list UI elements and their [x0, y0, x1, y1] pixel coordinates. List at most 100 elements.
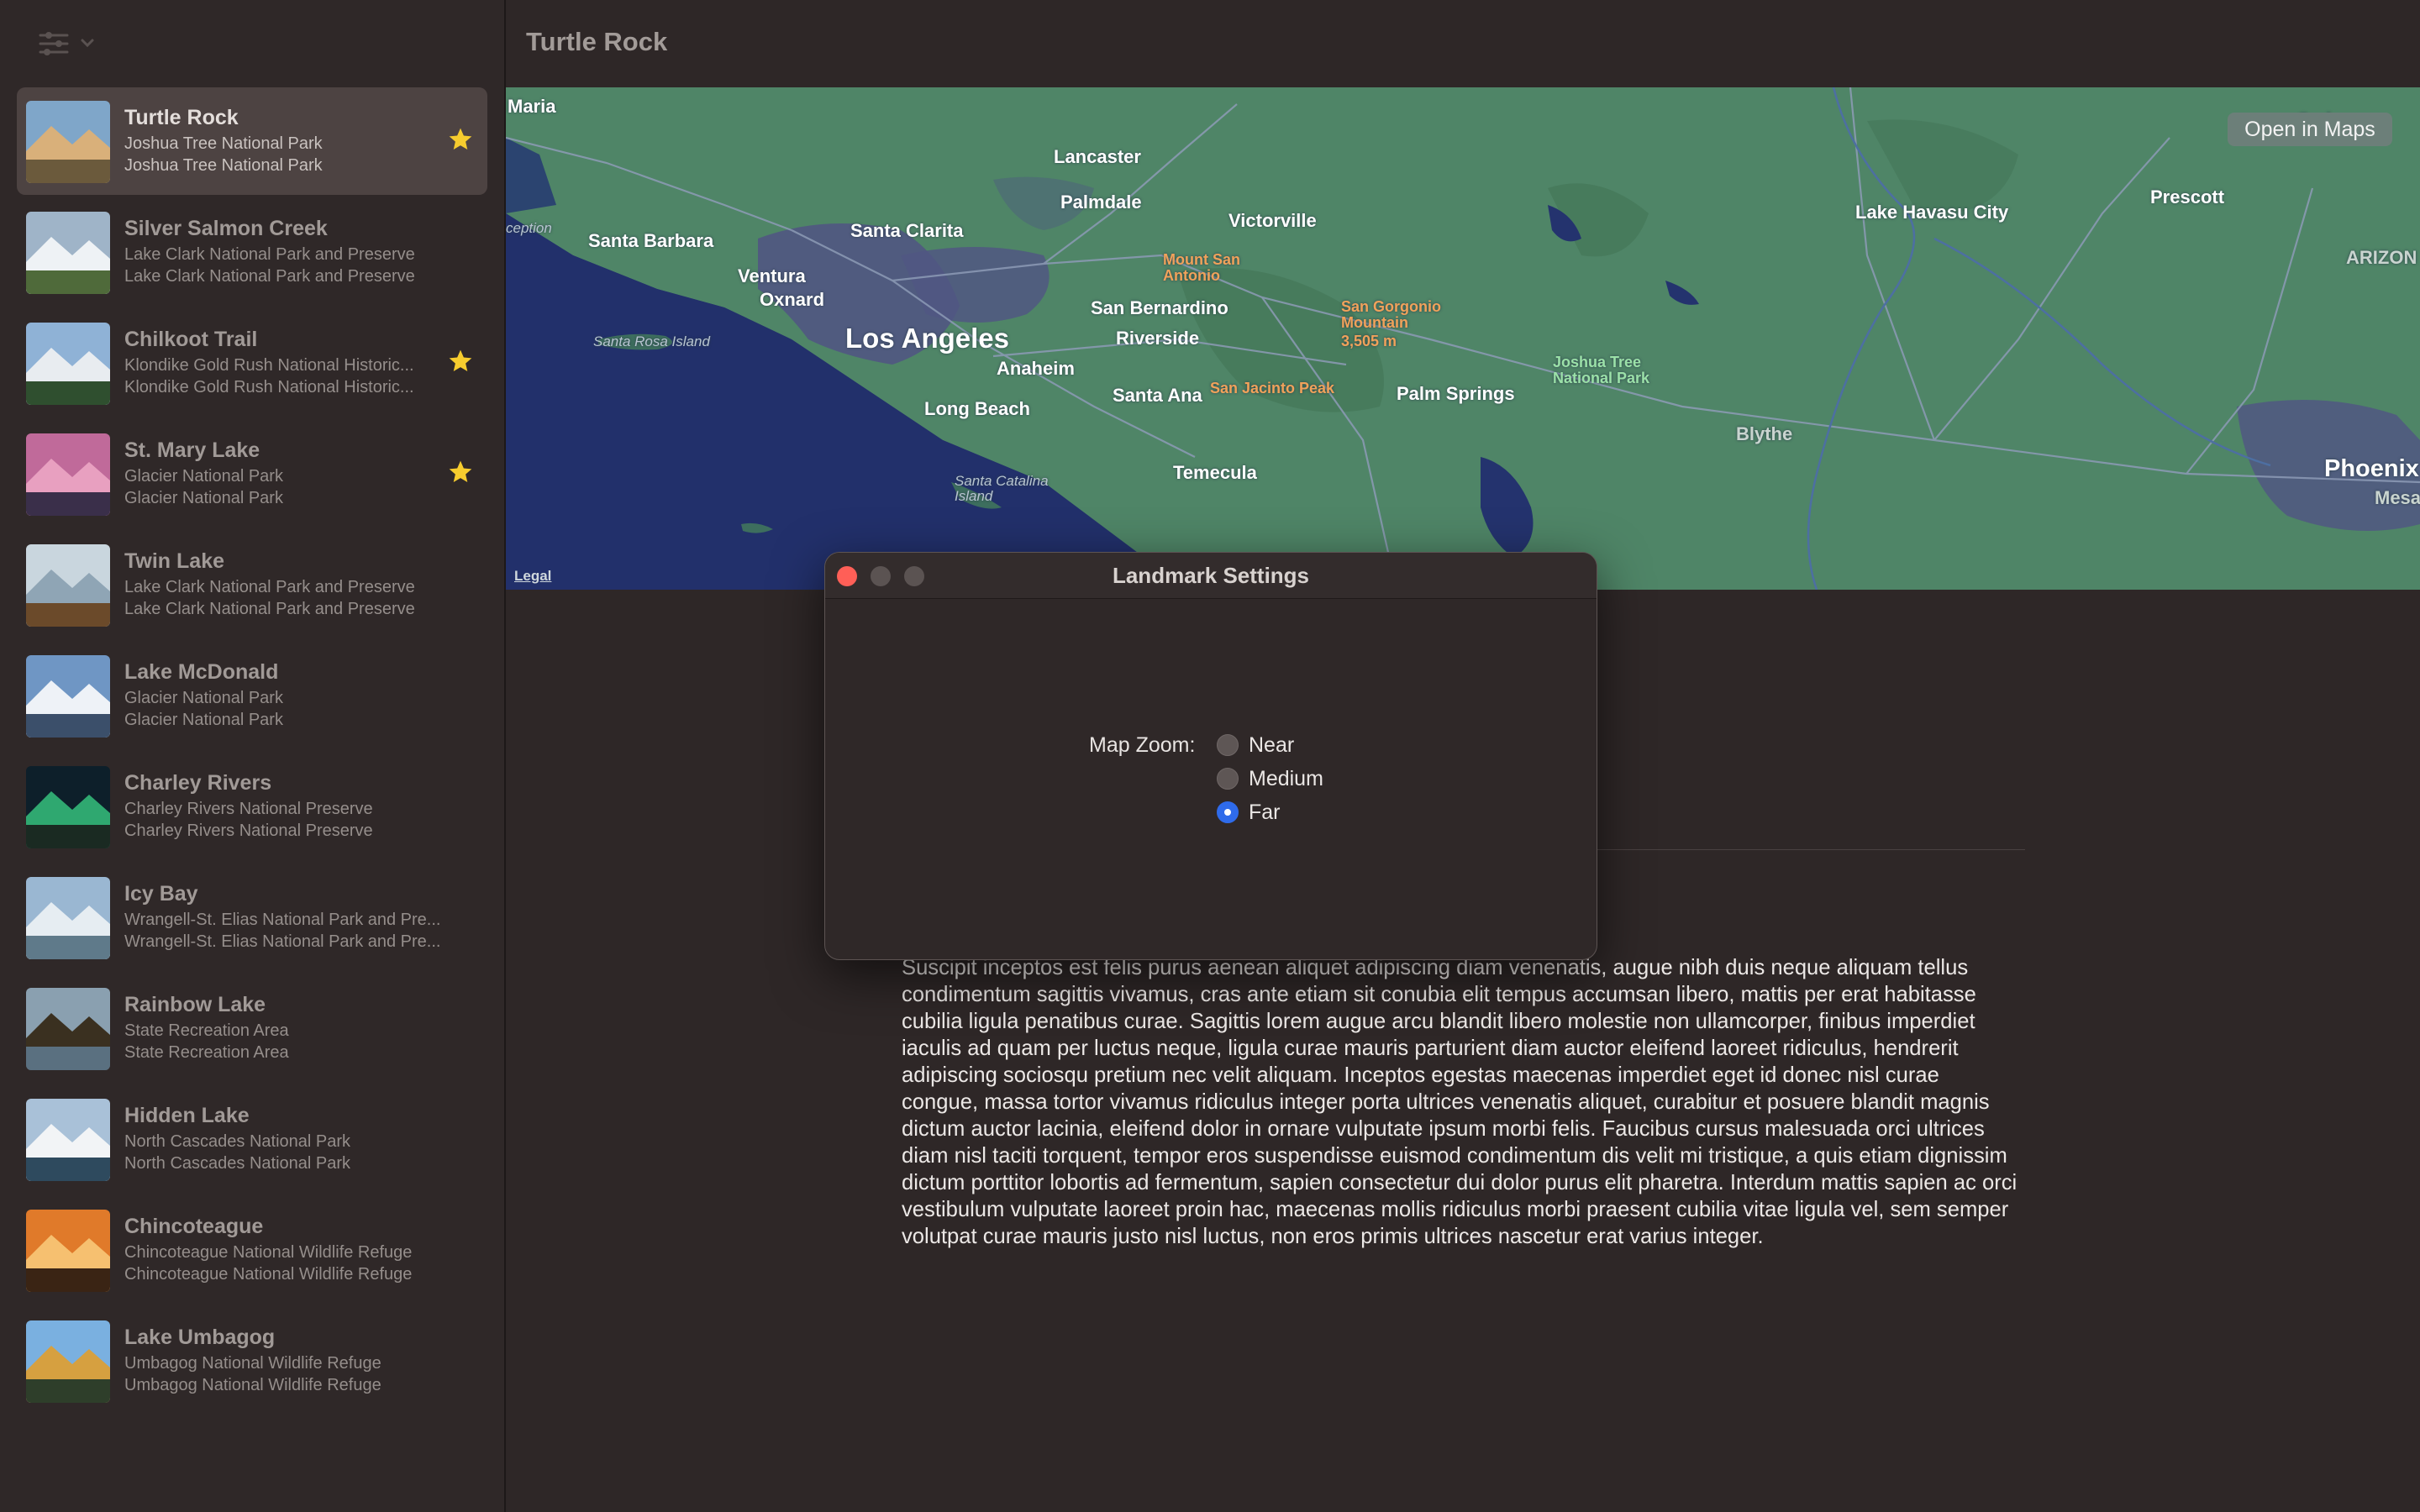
landmark-park: Glacier National Park	[124, 689, 283, 707]
landmark-row[interactable]: Lake Umbagog Umbagog National Wildlife Re…	[17, 1307, 487, 1415]
landmark-row[interactable]: Silver Salmon Creek Lake Clark National P…	[17, 198, 487, 306]
open-in-maps-button[interactable]: Open in Maps	[2228, 113, 2392, 146]
sidebar: Turtle Rock Joshua Tree National Park Josh…	[0, 0, 506, 1512]
map-label: Santa Ana	[1113, 385, 1202, 406]
zoom-option-label: Far	[1249, 801, 1281, 824]
landmark-thumbnail	[26, 212, 110, 294]
landmark-row[interactable]: Icy Bay Wrangell-St. Elias National Park …	[17, 864, 487, 971]
landmark-park-secondary: Chincoteague National Wildlife Refuge	[124, 1265, 413, 1284]
map-view[interactable]: Maria Lancaster Palmdale Victorville Lake Ha…	[506, 87, 2420, 590]
map-zoom-label: Map Zoom:	[1089, 733, 1196, 757]
map-label: Oxnard	[760, 289, 825, 310]
window-title: Turtle Rock	[526, 27, 668, 56]
landmark-park: Joshua Tree National Park	[124, 134, 323, 153]
landmark-name: Chilkoot Trail	[124, 328, 258, 351]
map-label: Blythe	[1736, 423, 1793, 444]
landmark-thumbnail	[26, 1320, 110, 1403]
map-label: Mesa	[2375, 487, 2420, 508]
landmark-name: Turtle Rock	[124, 106, 239, 129]
map-label: San Gorgonio Mountain	[1341, 298, 1441, 331]
map-label: Los Angeles	[845, 323, 1009, 354]
landmark-row[interactable]: Chilkoot Trail Klondike Gold Rush Nationa…	[17, 309, 487, 417]
map-label: Phoenix	[2324, 455, 2419, 482]
landmark-name: Icy Bay	[124, 882, 198, 906]
landmark-park-secondary: Umbagog National Wildlife Refuge	[124, 1376, 381, 1394]
map-label: ception	[506, 220, 552, 236]
description-text: Suscipit inceptos est felis purus aenean…	[902, 956, 2018, 1248]
map-label: Lancaster	[1054, 146, 1141, 167]
map-label: Lake Havasu City	[1855, 202, 2009, 223]
landmark-park-secondary: Klondike Gold Rush National Historic...	[124, 378, 414, 396]
landmark-park-secondary: Glacier National Park	[124, 489, 283, 507]
landmark-park: Glacier National Park	[124, 467, 283, 486]
landmark-row[interactable]: Chincoteague Chincoteague National Wildli…	[17, 1196, 487, 1304]
landmark-name: Twin Lake	[124, 549, 225, 573]
dialog-title: Landmark Settings	[1112, 563, 1310, 588]
map-label: Anaheim	[997, 358, 1075, 379]
map-label: Maria	[508, 96, 556, 117]
landmark-thumbnail	[26, 101, 110, 183]
landmark-park-secondary: Lake Clark National Park and Preserve	[124, 267, 415, 286]
landmark-name: Silver Salmon Creek	[124, 217, 328, 240]
landmark-settings-window: Landmark Settings Map Zoom: Near Medium …	[824, 552, 1597, 960]
map-label: Santa Barbara	[588, 230, 714, 251]
landmark-row[interactable]: Twin Lake Lake Clark National Park and Pr…	[17, 531, 487, 638]
map-label: San Bernardino	[1091, 297, 1228, 318]
landmark-thumbnail	[26, 766, 110, 848]
map-label: Mount San Antonio	[1163, 251, 1240, 284]
landmark-name: Lake Umbagog	[124, 1326, 276, 1349]
landmark-row[interactable]: Charley Rivers Charley Rivers National Pr…	[17, 753, 487, 860]
map-label: 3,505 m	[1341, 333, 1397, 349]
landmark-row[interactable]: St. Mary Lake Glacier National Park Glacie…	[17, 420, 487, 528]
landmark-thumbnail	[26, 1099, 110, 1181]
radio-far[interactable]	[1217, 801, 1239, 823]
landmark-thumbnail	[26, 433, 110, 516]
landmark-park: State Recreation Area	[124, 1021, 289, 1040]
map-label: Long Beach	[924, 398, 1030, 419]
landmark-name: Hidden Lake	[124, 1104, 250, 1127]
landmark-thumbnail	[26, 877, 110, 959]
map-label: Victorville	[1228, 210, 1317, 231]
map-terrain	[506, 87, 2420, 590]
landmark-park: Charley Rivers National Preserve	[124, 800, 373, 818]
landmark-park-secondary: Lake Clark National Park and Preserve	[124, 600, 415, 618]
landmark-park: Lake Clark National Park and Preserve	[124, 245, 415, 264]
favorite-star-icon	[447, 348, 474, 379]
map-label: Palmdale	[1060, 192, 1142, 213]
landmark-park-secondary: State Recreation Area	[124, 1043, 289, 1062]
landmark-park: Lake Clark National Park and Preserve	[124, 578, 415, 596]
filter-menu-button[interactable]	[39, 27, 104, 60]
landmark-row[interactable]: Rainbow Lake State Recreation Area State R…	[17, 974, 487, 1082]
map-label: Palm Springs	[1397, 383, 1515, 404]
legal-link[interactable]: Legal	[514, 568, 551, 585]
landmark-thumbnail	[26, 988, 110, 1070]
landmark-thumbnail	[26, 1210, 110, 1292]
landmark-park: North Cascades National Park	[124, 1132, 351, 1151]
landmark-park-secondary: Charley Rivers National Preserve	[124, 822, 373, 840]
landmark-row[interactable]: Lake McDonald Glacier National Park Glacie…	[17, 642, 487, 749]
map-label: Prescott	[2150, 186, 2225, 207]
landmark-park: Klondike Gold Rush National Historic...	[124, 356, 414, 375]
landmark-thumbnail	[26, 323, 110, 405]
map-label: San Jacinto Peak	[1210, 380, 1335, 396]
sliders-icon	[39, 32, 94, 55]
landmark-park: Umbagog National Wildlife Refuge	[124, 1354, 381, 1373]
map-label: Joshua Tree National Park	[1553, 354, 1650, 386]
favorite-star-icon	[447, 126, 474, 157]
landmark-park: Chincoteague National Wildlife Refuge	[124, 1243, 413, 1262]
zoom-option-label: Medium	[1249, 767, 1323, 790]
landmark-park-secondary: Joshua Tree National Park	[124, 156, 323, 175]
landmark-row[interactable]: Turtle Rock Joshua Tree National Park Josh…	[17, 87, 487, 195]
landmark-thumbnail	[26, 544, 110, 627]
landmark-park-secondary: Glacier National Park	[124, 711, 283, 729]
map-label: Ventura	[738, 265, 806, 286]
landmark-name: Charley Rivers	[124, 771, 272, 795]
map-label: Temecula	[1173, 462, 1257, 483]
landmark-name: Chincoteague	[124, 1215, 264, 1238]
landmark-row[interactable]: Hidden Lake North Cascades National Park N…	[17, 1085, 487, 1193]
radio-medium[interactable]	[1217, 768, 1239, 790]
landmark-park-secondary: North Cascades National Park	[124, 1154, 351, 1173]
map-label: ARIZON	[2346, 247, 2417, 268]
radio-near[interactable]	[1217, 734, 1239, 756]
landmark-thumbnail	[26, 655, 110, 738]
